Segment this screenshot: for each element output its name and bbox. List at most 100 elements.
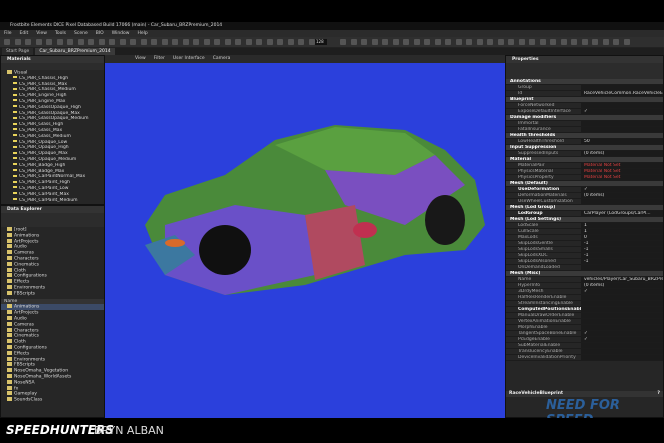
menu-edit[interactable]: Edit — [20, 30, 29, 37]
toolbar-button[interactable] — [182, 39, 189, 45]
toolbar-button[interactable] — [214, 39, 220, 45]
toolbar-button[interactable] — [140, 39, 147, 45]
3d-viewport[interactable] — [105, 55, 505, 418]
toolbar-button[interactable] — [602, 39, 609, 45]
toolbar-button[interactable] — [4, 39, 10, 45]
property-value[interactable]: ✓ — [581, 331, 663, 336]
property-value[interactable]: -1 — [581, 247, 663, 252]
property-value[interactable]: ✓ — [581, 187, 663, 192]
property-value[interactable]: Material Not Set — [581, 175, 663, 180]
toolbar-button[interactable] — [56, 39, 63, 45]
toolbar-button[interactable] — [413, 39, 420, 45]
toolbar-button[interactable] — [172, 39, 178, 45]
toolbar-button[interactable] — [224, 39, 231, 45]
toolbar-button[interactable] — [571, 39, 577, 45]
zoom-field[interactable]: 128 — [315, 39, 327, 45]
menu-file[interactable]: File — [4, 30, 12, 37]
property-value[interactable]: ✓ — [581, 337, 663, 342]
viewport-menu-0[interactable]: View — [135, 55, 146, 63]
toolbar-button[interactable] — [497, 39, 504, 45]
property-value[interactable] — [581, 343, 663, 348]
toolbar-button[interactable] — [581, 39, 588, 45]
toolbar-button[interactable] — [98, 39, 105, 45]
property-value[interactable]: (0 items) — [581, 193, 663, 198]
tab-1[interactable]: Car_Subaru_BRZPremium_2014 — [35, 48, 115, 55]
toolbar-button[interactable] — [88, 39, 94, 45]
toolbar-button[interactable] — [266, 39, 273, 45]
toolbar-button[interactable] — [371, 39, 378, 45]
toolbar-button[interactable] — [235, 39, 241, 45]
toolbar-button[interactable] — [67, 39, 73, 45]
property-value[interactable] — [581, 301, 663, 306]
toolbar-button[interactable] — [256, 39, 262, 45]
property-value[interactable] — [581, 355, 663, 360]
menu-tools[interactable]: Tools — [55, 30, 66, 37]
toolbar-button[interactable] — [455, 39, 462, 45]
toolbar-button[interactable] — [109, 39, 115, 45]
toolbar-button[interactable] — [350, 39, 357, 45]
property-value[interactable] — [581, 199, 663, 204]
toolbar-button[interactable] — [613, 39, 619, 45]
viewport-menu-3[interactable]: Camera — [213, 55, 231, 63]
toolbar-button[interactable] — [466, 39, 472, 45]
material-item[interactable]: CS_PBR_CarPaint_Medium — [1, 198, 104, 204]
toolbar-button[interactable] — [361, 39, 367, 45]
toolbar-button[interactable] — [203, 39, 210, 45]
toolbar-button[interactable] — [77, 39, 84, 45]
property-value[interactable]: (0 items) — [581, 151, 663, 156]
property-value[interactable]: vehicles/Player/Car_Subaru_BRZPremium... — [581, 277, 663, 282]
property-value[interactable]: Material Not Set — [581, 169, 663, 174]
toolbar-button[interactable] — [130, 39, 136, 45]
viewport-menu-2[interactable]: User Interface — [173, 55, 205, 63]
toolbar-button[interactable] — [308, 39, 315, 45]
toolbar-button[interactable] — [623, 39, 630, 45]
property-value[interactable]: ✓ — [581, 289, 663, 294]
property-value[interactable]: 1 — [581, 223, 663, 228]
property-value[interactable] — [581, 295, 663, 300]
toolbar-button[interactable] — [193, 39, 199, 45]
property-value[interactable]: CarPlayer (LodGroups/CarPl... — [581, 211, 663, 216]
property-value[interactable] — [581, 103, 663, 108]
property-value[interactable]: RaceVehicleCommon.RaceVehicleEntity — [581, 91, 663, 96]
toolbar-button[interactable] — [550, 39, 556, 45]
menu-window[interactable]: Window — [112, 30, 130, 37]
toolbar-button[interactable] — [424, 39, 430, 45]
toolbar-button[interactable] — [392, 39, 399, 45]
tree-folder[interactable]: FBScripts — [1, 290, 104, 297]
property-value[interactable]: (0 items) — [581, 283, 663, 288]
toolbar-button[interactable] — [161, 39, 168, 45]
menu-scene[interactable]: Scene — [74, 30, 88, 37]
property-value[interactable] — [581, 127, 663, 132]
property-value[interactable] — [581, 349, 663, 354]
toolbar-button[interactable] — [46, 39, 52, 45]
toolbar-button[interactable] — [560, 39, 567, 45]
toolbar-button[interactable] — [592, 39, 598, 45]
toolbar-button[interactable] — [529, 39, 535, 45]
toolbar-button[interactable] — [403, 39, 409, 45]
toolbar-button[interactable] — [25, 39, 31, 45]
property-value[interactable] — [581, 319, 663, 324]
toolbar-button[interactable] — [119, 39, 126, 45]
toolbar-button[interactable] — [434, 39, 441, 45]
toolbar-button[interactable] — [287, 39, 294, 45]
toolbar-button[interactable] — [487, 39, 493, 45]
property-value[interactable] — [581, 325, 663, 330]
toolbar-button[interactable] — [539, 39, 546, 45]
menu-bio[interactable]: BIO — [96, 30, 104, 37]
toolbar-button[interactable] — [508, 39, 514, 45]
property-value[interactable]: 1 — [581, 229, 663, 234]
menu-view[interactable]: View — [36, 30, 47, 37]
property-value[interactable]: -1 — [581, 241, 663, 246]
toolbar-button[interactable] — [14, 39, 21, 45]
property-value[interactable]: 50 — [581, 139, 663, 144]
viewport-menu-1[interactable]: Filter — [154, 55, 165, 63]
property-value[interactable] — [581, 265, 663, 270]
property-value[interactable] — [581, 85, 663, 90]
toolbar-button[interactable] — [245, 39, 252, 45]
help-icon[interactable]: ? — [657, 391, 663, 397]
toolbar-button[interactable] — [476, 39, 483, 45]
property-value[interactable] — [581, 307, 663, 312]
property-value[interactable] — [581, 313, 663, 318]
toolbar-button[interactable] — [277, 39, 283, 45]
property-value[interactable]: ✓ — [581, 109, 663, 114]
